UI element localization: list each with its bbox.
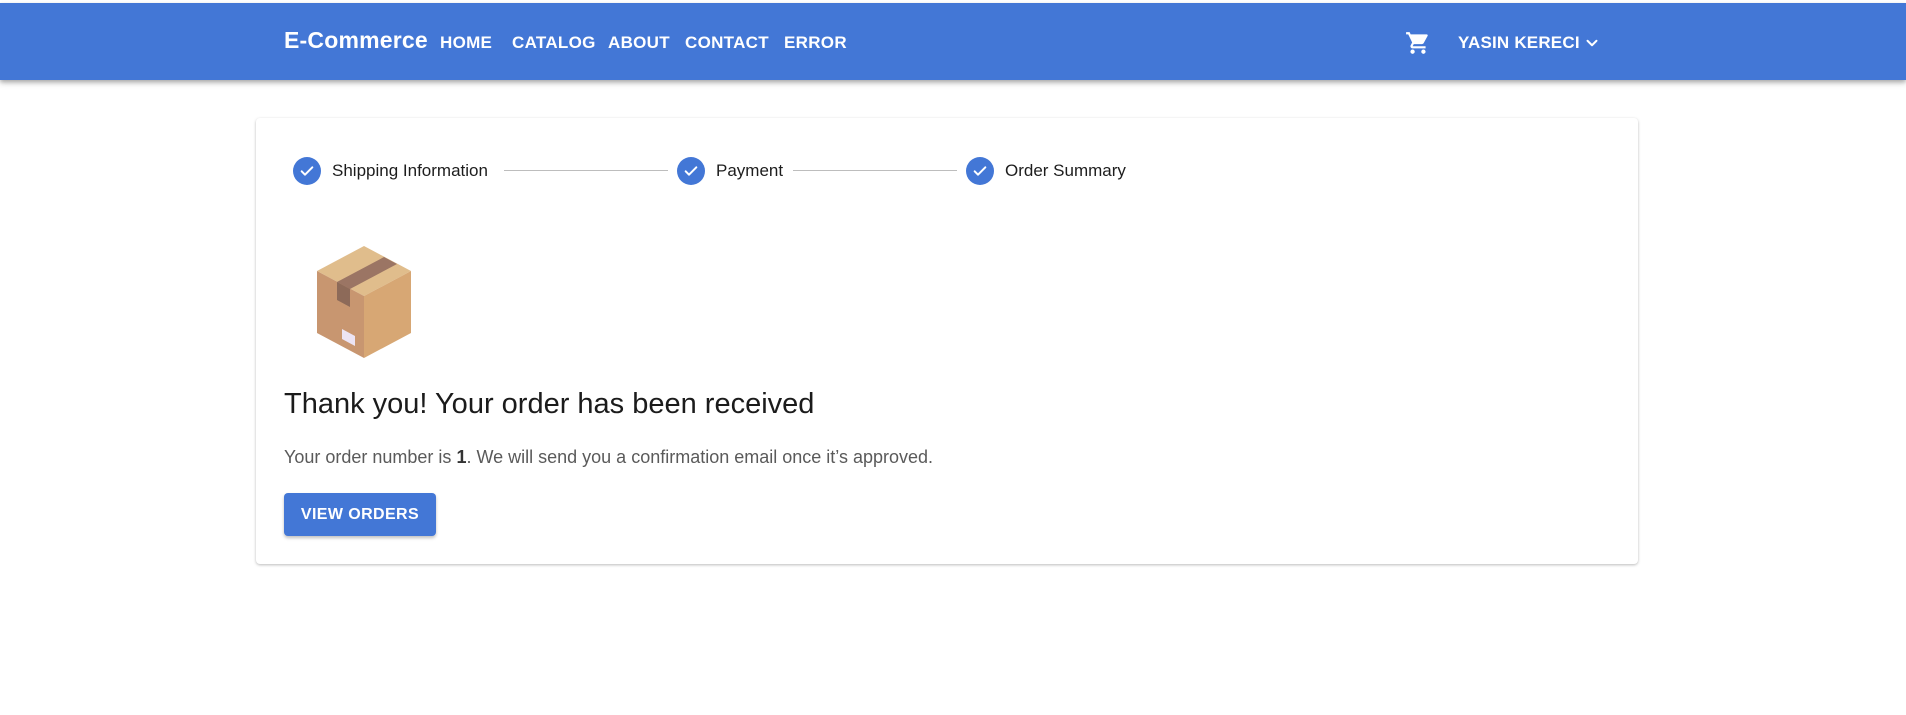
step-connector <box>504 170 668 171</box>
nav-contact-link[interactable]: CONTACT <box>685 33 769 53</box>
order-confirmation-card: Shipping Information Payment Order Summa… <box>256 118 1638 564</box>
order-number: 1 <box>456 447 467 467</box>
shopping-cart-icon[interactable] <box>1405 30 1431 56</box>
check-icon <box>966 157 994 185</box>
nav-about-link[interactable]: ABOUT <box>608 33 670 53</box>
check-icon <box>293 157 321 185</box>
step-label: Payment <box>716 161 784 180</box>
chevron-down-icon[interactable] <box>1583 34 1601 52</box>
step-label: Shipping Information <box>332 161 488 180</box>
message-suffix: . We will send you a confirmation email … <box>466 447 934 467</box>
confirmation-message: Your order number is 1. We will send you… <box>284 447 933 468</box>
package-box-illustration <box>311 241 417 361</box>
nav-home-link[interactable]: HOME <box>440 33 492 53</box>
check-icon <box>677 157 705 185</box>
message-prefix: Your order number is <box>284 447 457 467</box>
app-bar: E-Commerce HOME CATALOG ABOUT CONTACT ER… <box>0 3 1906 80</box>
nav-catalog-link[interactable]: CATALOG <box>512 33 596 53</box>
confirmation-title: Thank you! Your order has been received <box>284 388 815 420</box>
step-order-summary: Order Summary <box>966 156 1126 186</box>
nav-error-link[interactable]: ERROR <box>784 33 847 53</box>
brand-logo[interactable]: E-Commerce <box>284 27 428 54</box>
step-connector <box>793 170 957 171</box>
step-payment: Payment <box>677 156 783 186</box>
step-shipping-information: Shipping Information <box>293 156 488 186</box>
step-label: Order Summary <box>1005 161 1126 180</box>
user-menu-button[interactable]: YASIN KERECI <box>1458 33 1580 53</box>
view-orders-button[interactable]: VIEW ORDERS <box>284 493 436 536</box>
